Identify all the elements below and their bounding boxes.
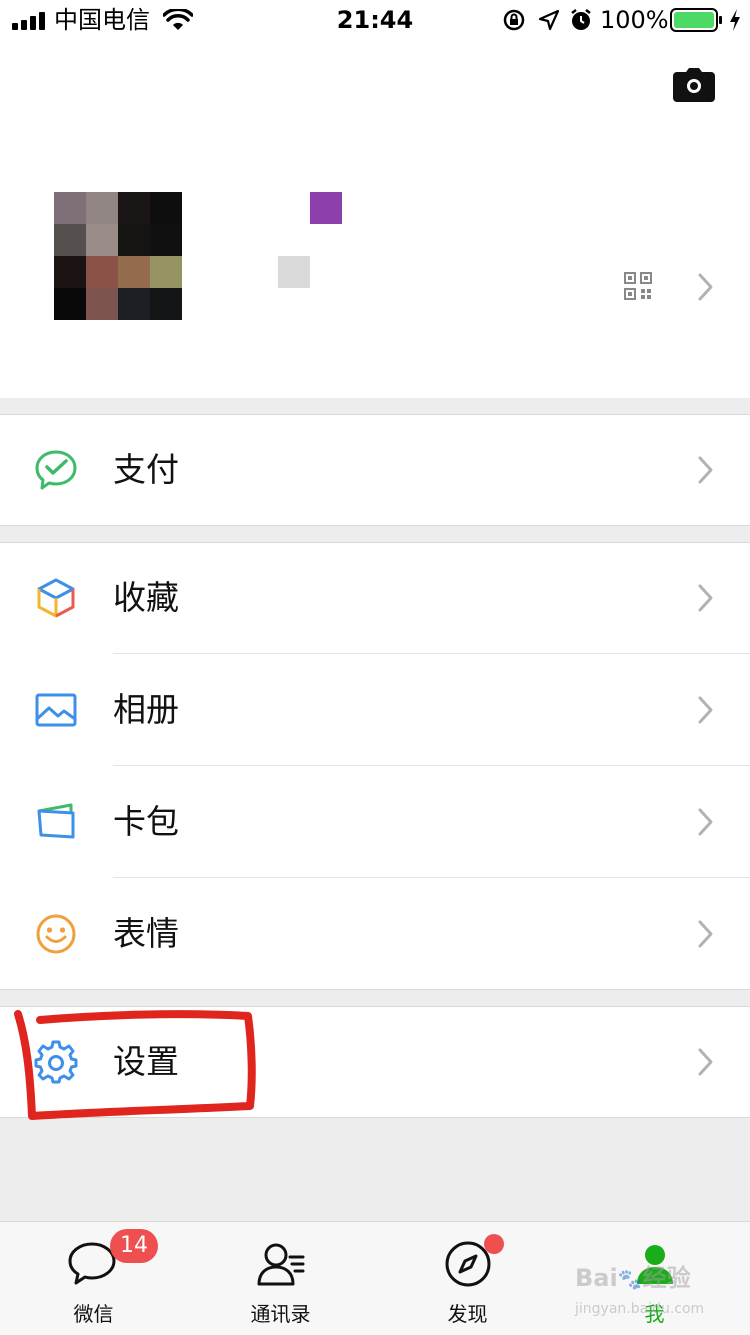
menu-group-media: 收藏 相册 卡包 表情	[0, 542, 750, 990]
profile-header[interactable]	[0, 40, 750, 398]
menu-item-pay-label: 支付	[113, 450, 179, 489]
battery-icon	[670, 8, 722, 32]
favorites-cube-icon	[37, 578, 75, 618]
charging-icon	[730, 9, 740, 31]
menu-item-album[interactable]: 相册	[0, 654, 750, 766]
tab-discover-label: 发现	[447, 1302, 488, 1326]
chevron-right-icon	[698, 696, 713, 724]
smiley-face-icon	[36, 914, 76, 954]
highlight-annotation	[14, 1010, 256, 1120]
tab-chats-label: 微信	[73, 1302, 114, 1326]
chevron-right-icon	[698, 456, 713, 484]
menu-item-cards-label: 卡包	[113, 802, 179, 841]
alarm-icon	[571, 9, 591, 30]
unread-badge: 14	[110, 1229, 158, 1263]
camera-icon[interactable]	[673, 68, 715, 102]
chevron-right-icon	[698, 273, 713, 301]
contacts-icon	[257, 1243, 305, 1286]
rotation-lock-icon	[503, 9, 525, 31]
avatar[interactable]	[54, 192, 182, 320]
menu-item-pay[interactable]: 支付	[0, 414, 750, 526]
menu-item-album-label: 相册	[113, 690, 179, 729]
menu-item-stickers[interactable]: 表情	[0, 878, 750, 990]
name-redacted	[310, 192, 342, 224]
location-icon	[538, 9, 560, 31]
menu-item-favorites-label: 收藏	[113, 578, 179, 617]
tab-discover[interactable]: 发现	[374, 1222, 561, 1335]
menu-group-pay: 支付	[0, 414, 750, 526]
album-photo-icon	[35, 693, 77, 727]
watermark: Bai🐾经验 jingyan.baidu.com	[575, 1264, 705, 1317]
card-wallet-icon	[37, 803, 75, 839]
tab-contacts-label: 通讯录	[250, 1302, 311, 1326]
menu-item-favorites[interactable]: 收藏	[0, 542, 750, 654]
battery-percentage: 100%	[600, 6, 669, 34]
wallet-pay-icon	[35, 450, 77, 490]
chevron-right-icon	[698, 920, 713, 948]
tab-chats[interactable]: 14 微信	[0, 1222, 187, 1335]
id-redacted	[278, 256, 310, 288]
menu-item-stickers-label: 表情	[113, 914, 179, 953]
qr-code-icon[interactable]	[624, 272, 652, 300]
status-bar: 中国电信 21:44 100%	[0, 0, 750, 40]
chat-bubble-icon	[68, 1242, 116, 1285]
tab-contacts[interactable]: 通讯录	[187, 1222, 374, 1335]
menu-item-cards[interactable]: 卡包	[0, 766, 750, 878]
chevron-right-icon	[698, 808, 713, 836]
chevron-right-icon	[698, 584, 713, 612]
new-content-dot	[484, 1234, 504, 1254]
chevron-right-icon	[698, 1048, 713, 1076]
